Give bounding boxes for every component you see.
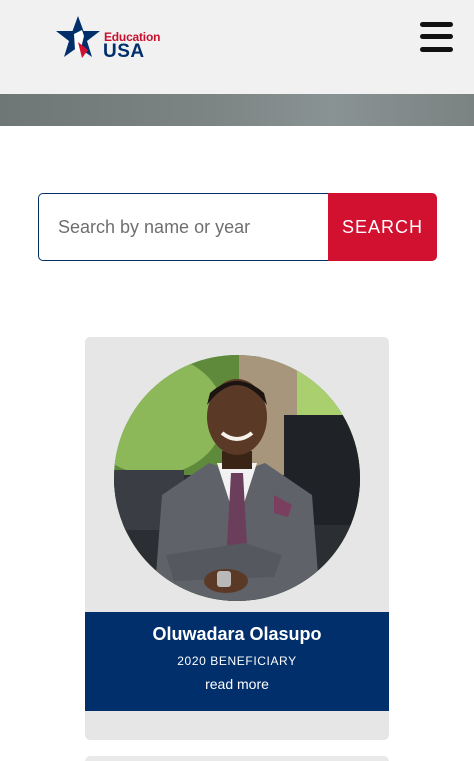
site-header: Education USA [0,0,474,94]
menu-bar [420,47,453,52]
menu-bar [420,34,453,39]
logo-text-usa: USA [103,41,145,62]
beneficiary-card: Oluwadara Olasupo 2020 BENEFICIARY read … [85,337,389,740]
education-usa-logo[interactable]: Education USA [54,14,164,64]
profile-photo [114,355,360,601]
menu-bar [420,22,453,27]
star-logo-icon [56,16,100,58]
hero-banner-image [0,94,474,126]
profile-photo-image [114,355,360,601]
card-info-panel: Oluwadara Olasupo 2020 BENEFICIARY read … [85,612,389,711]
beneficiary-name: Oluwadara Olasupo [152,624,322,644]
next-beneficiary-card [85,756,389,761]
search-button[interactable]: SEARCH [328,193,437,261]
hamburger-menu-icon[interactable] [418,20,456,54]
search-bar: SEARCH [38,193,437,261]
beneficiary-year: 2020 BENEFICIARY [177,654,297,668]
search-input[interactable] [38,193,329,261]
read-more-link[interactable]: read more [85,676,389,692]
